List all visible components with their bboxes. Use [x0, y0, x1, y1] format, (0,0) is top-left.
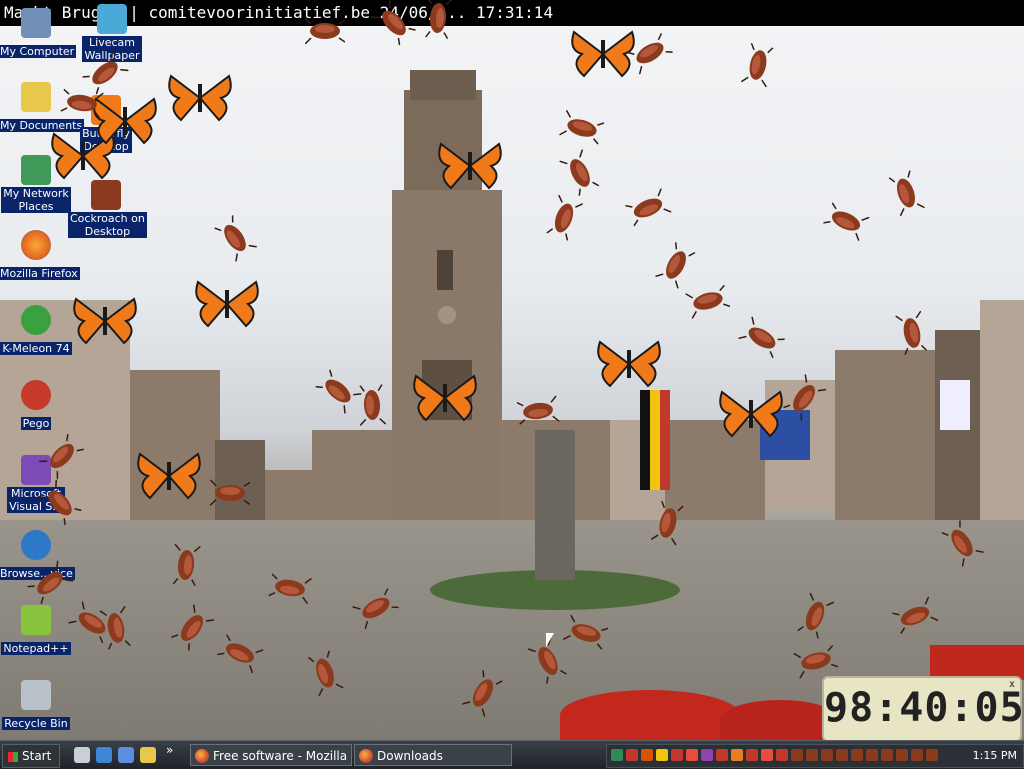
butterfly-sprite	[435, 140, 505, 192]
cockroach-sprite	[171, 543, 202, 587]
butterfly-sprite	[165, 72, 235, 124]
cockroach-sprite	[209, 479, 251, 507]
tray-icon[interactable]	[626, 749, 638, 761]
mouse-cursor-icon	[546, 633, 554, 647]
taskbar-button-downloads[interactable]: Downloads	[354, 744, 512, 766]
explorer-icon[interactable]	[140, 747, 156, 763]
firefox-icon	[359, 749, 373, 763]
folder-icon	[21, 82, 51, 112]
tray-icon[interactable]	[881, 749, 893, 761]
cockroach-shortcut-icon	[91, 180, 121, 210]
pego-icon	[21, 380, 51, 410]
outlook-icon[interactable]	[118, 747, 134, 763]
cockroach-sprite	[304, 17, 346, 45]
desktop-icon-my-computer[interactable]: My Computer	[0, 8, 77, 59]
red-umbrella	[560, 690, 740, 740]
tray-icon[interactable]	[611, 749, 623, 761]
tray-icon[interactable]	[806, 749, 818, 761]
tray-icon[interactable]	[776, 749, 788, 761]
desktop-icon-cockroach-on-desktop[interactable]: Cockroach on Desktop	[68, 180, 147, 239]
start-button[interactable]: Start	[2, 744, 60, 768]
cockroach-sprite	[60, 87, 105, 120]
computer-icon	[21, 8, 51, 38]
tray-icon[interactable]	[761, 749, 773, 761]
taskbar-button-firefox[interactable]: Free software - Mozilla Fir...	[190, 744, 352, 766]
tray-icon[interactable]	[896, 749, 908, 761]
desktop-icon-mozilla-firefox[interactable]: Mozilla Firefox	[0, 230, 80, 281]
tray-icon[interactable]	[701, 749, 713, 761]
tray-icon[interactable]	[911, 749, 923, 761]
tray-icon[interactable]	[641, 749, 653, 761]
butterfly-sprite	[410, 372, 480, 424]
tray-icon[interactable]	[656, 749, 668, 761]
butterfly-sprite	[716, 388, 786, 440]
tray-icon[interactable]	[791, 749, 803, 761]
cockroach-sprite	[424, 0, 453, 40]
butterfly-sprite	[594, 338, 664, 390]
tray-icon[interactable]	[821, 749, 833, 761]
tray-icon[interactable]	[746, 749, 758, 761]
statue-monument	[535, 430, 575, 580]
tray-icon[interactable]	[866, 749, 878, 761]
chevron-right-icon[interactable]: »	[166, 743, 176, 759]
cockroach-sprite	[516, 395, 560, 427]
firefox-icon	[21, 230, 51, 260]
desktop-icon-recycle-bin[interactable]: Recycle Bin	[0, 680, 74, 731]
network-icon	[21, 155, 51, 185]
desktop-icon-k-meleon[interactable]: K-Meleon 74	[0, 305, 74, 356]
tray-icon[interactable]	[716, 749, 728, 761]
tray-icon[interactable]	[851, 749, 863, 761]
system-tray: 1:15 PM	[606, 744, 1024, 768]
ie-icon[interactable]	[96, 747, 112, 763]
desktop-icon-notepadpp[interactable]: Notepad++	[0, 605, 74, 656]
kmeleon-icon	[21, 305, 51, 335]
tray-clock[interactable]: 1:15 PM	[973, 745, 1017, 767]
tray-icon[interactable]	[836, 749, 848, 761]
butterfly-sprite	[134, 450, 204, 502]
close-icon[interactable]: x	[1009, 680, 1016, 690]
building	[835, 350, 935, 520]
tray-icon[interactable]	[731, 749, 743, 761]
digital-clock-widget[interactable]: 98:40:05 x	[822, 676, 1024, 742]
recycle-bin-icon	[21, 680, 51, 710]
tray-icon[interactable]	[686, 749, 698, 761]
butterfly-sprite	[192, 278, 262, 330]
tray-icon[interactable]	[926, 749, 938, 761]
browser-service-icon	[21, 530, 51, 560]
notepadpp-icon	[21, 605, 51, 635]
belgian-flag	[640, 390, 670, 490]
clock-time: 98:40:05	[824, 685, 1024, 731]
cockroach-sprite	[358, 384, 387, 427]
red-awning	[930, 645, 1024, 680]
butterfly-sprite	[70, 295, 140, 347]
show-desktop-icon[interactable]	[74, 747, 90, 763]
windows-logo-icon	[8, 751, 18, 762]
tray-icon[interactable]	[671, 749, 683, 761]
building	[980, 300, 1024, 520]
livecam-title-bar: Markt Brugge | comitevoorinitiatief.be 2…	[0, 0, 1024, 26]
livecam-icon	[97, 4, 127, 34]
white-flag	[940, 380, 970, 430]
taskbar: Start » Free software - Mozilla Fir... D…	[0, 740, 1024, 769]
desktop-icon-pego[interactable]: Pego	[0, 380, 74, 431]
firefox-icon	[195, 749, 209, 763]
